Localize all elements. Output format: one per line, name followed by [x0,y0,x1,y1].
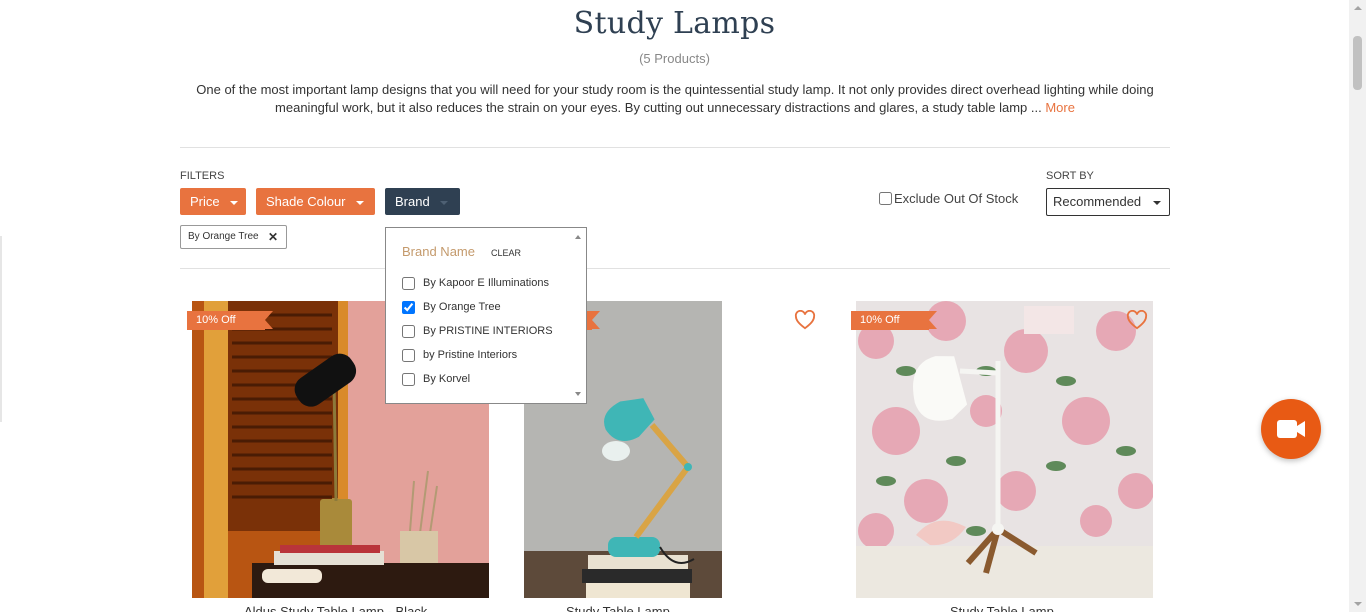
video-camera-icon [1277,420,1305,438]
lamp-photo [856,301,1153,598]
scroll-down-icon[interactable] [1354,602,1362,606]
brand-option-checkbox[interactable] [402,300,415,314]
brand-dropdown-panel: Brand Name CLEAR By Kapoor E Illuminatio… [385,227,587,404]
brand-option[interactable]: by Pristine Interiors [402,343,553,367]
caret-down-icon [1153,201,1161,205]
product-count: (5 Products) [639,51,710,66]
product-title[interactable]: Study Table Lamp [950,604,1054,612]
brand-option-checkbox[interactable] [402,276,415,290]
side-panel-edge [0,236,2,422]
brand-filter-label: Brand [395,194,430,209]
brand-option-checkbox[interactable] [402,372,415,386]
applied-filter-label: By Orange Tree [188,231,259,242]
divider [180,147,1170,148]
exclude-out-of-stock[interactable]: Exclude Out Of Stock [879,191,1018,206]
brand-option[interactable]: By Orange Tree [402,295,553,319]
exclude-out-of-stock-checkbox[interactable] [879,192,892,205]
brand-option-label: By Korvel [423,373,471,385]
brand-option-label: By Kapoor E Illuminations [423,277,549,289]
brand-name-header: Brand Name [402,244,475,259]
scroll-up-icon[interactable] [1354,6,1362,10]
sort-label: SORT BY [1046,170,1094,182]
brand-option[interactable]: By Kapoor E Illuminations [402,271,553,295]
heart-outline-icon[interactable] [1126,309,1148,330]
page-scrollbar[interactable] [1349,0,1366,612]
heart-outline-icon[interactable] [794,309,816,330]
scroll-up-icon[interactable] [575,235,581,239]
applied-filter-chip: By Orange Tree ✕ [180,225,287,249]
divider [180,268,1170,269]
scroll-down-icon[interactable] [575,392,581,396]
brand-options-list: By Kapoor E Illuminations By Orange Tree… [402,271,553,391]
scrollbar-thumb[interactable] [1353,36,1362,90]
discount-badge: 10% Off [851,311,937,330]
brand-filter-button[interactable]: Brand [385,188,460,215]
product-image-study-lamp-white[interactable] [856,301,1153,598]
clear-button[interactable]: CLEAR [491,248,521,258]
brand-option[interactable]: By PRISTINE INTERIORS [402,319,553,343]
dropdown-scrollbar[interactable] [572,230,584,401]
price-filter-button[interactable]: Price [180,188,246,215]
brand-option-checkbox[interactable] [402,348,415,362]
brand-option-label: by Pristine Interiors [423,349,518,361]
brand-option-label: By PRISTINE INTERIORS [423,325,553,337]
caret-down-icon [229,200,238,205]
description-text: One of the most important lamp designs t… [196,82,1154,115]
brand-option-checkbox[interactable] [402,324,415,338]
caret-down-icon [355,200,364,205]
sort-select[interactable]: Recommended [1046,188,1170,216]
more-link[interactable]: More [1045,100,1075,115]
sort-selected-value: Recommended [1053,194,1142,209]
product-title[interactable]: Study Table Lamp [566,604,670,612]
brand-option-label: By Orange Tree [423,301,501,313]
close-icon[interactable]: ✕ [268,226,278,248]
page-title: Study Lamps [573,6,776,41]
discount-badge: 10% Off [187,311,273,330]
filters-label: FILTERS [180,170,225,182]
caret-down-icon [439,200,448,205]
product-title[interactable]: Aldus Study Table Lamp - Black [244,604,427,612]
video-call-button[interactable] [1261,399,1321,459]
price-filter-label: Price [190,194,220,209]
brand-option[interactable]: By Korvel [402,367,553,391]
shade-colour-filter-label: Shade Colour [266,194,346,209]
shade-colour-filter-button[interactable]: Shade Colour [256,188,375,215]
exclude-out-of-stock-label: Exclude Out Of Stock [894,191,1019,206]
category-description: One of the most important lamp designs t… [180,81,1170,117]
